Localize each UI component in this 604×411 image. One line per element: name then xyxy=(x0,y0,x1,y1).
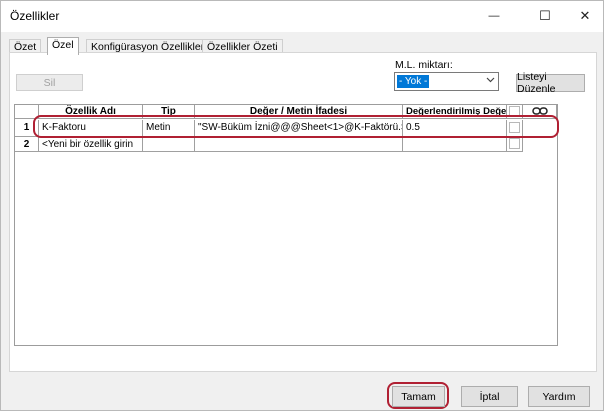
chevron-down-icon xyxy=(486,75,495,87)
window-title: Özellikler xyxy=(10,9,60,23)
row-number: 1 xyxy=(15,120,39,137)
row2-checkbox[interactable] xyxy=(509,138,520,149)
tab-custom[interactable]: Özel xyxy=(47,37,79,55)
edit-list-button[interactable]: Listeyi Düzenle xyxy=(516,71,585,95)
header-link[interactable] xyxy=(523,105,557,119)
bom-quantity-select[interactable]: - Yok - xyxy=(394,72,499,91)
header-value-expression: Değer / Metin İfadesi xyxy=(195,105,403,119)
row1-value-expression[interactable]: "SW-Büküm İzni@@@Sheet<1>@K-Faktörü.S xyxy=(195,120,403,137)
header-checkbox-column xyxy=(507,105,523,119)
tab-strip: Özet Özel Konfigürasyon Özellikleri Özel… xyxy=(9,37,599,55)
link-icon xyxy=(531,107,548,118)
row1-property-name[interactable]: K-Faktoru xyxy=(39,120,143,137)
row-number: 2 xyxy=(15,137,39,152)
header-evaluated-value: Değerlendirilmiş Değer xyxy=(403,105,507,119)
row2-checkbox-cell xyxy=(507,137,523,152)
header-property-name: Özellik Adı xyxy=(39,105,143,119)
row1-type[interactable]: Metin xyxy=(143,120,195,137)
header-type: Tip xyxy=(143,105,195,119)
properties-table: Özellik Adı Tip Değer / Metin İfadesi De… xyxy=(14,104,558,346)
row2-evaluated-value xyxy=(403,137,507,152)
maximize-button[interactable]: ☐ xyxy=(528,1,562,31)
title-bar: Özellikler — ☐ ✕ xyxy=(1,1,603,32)
row2-type[interactable] xyxy=(143,137,195,152)
row2-value-expression[interactable] xyxy=(195,137,403,152)
minimize-icon: — xyxy=(488,10,500,22)
cancel-button[interactable]: İptal xyxy=(461,386,518,407)
header-corner xyxy=(15,105,39,119)
close-button[interactable]: ✕ xyxy=(568,1,602,31)
help-button[interactable]: Yardım xyxy=(528,386,590,407)
row1-evaluated-value: 0.5 xyxy=(403,120,507,137)
bom-quantity-label: M.L. miktarı: xyxy=(395,59,453,71)
properties-dialog: Özellikler — ☐ ✕ Özet Özel Konfigürasyon… xyxy=(0,0,604,411)
header-checkbox[interactable] xyxy=(509,106,520,117)
maximize-icon: ☐ xyxy=(539,8,551,23)
ok-button[interactable]: Tamam xyxy=(392,386,445,407)
delete-button[interactable]: Sil xyxy=(16,74,83,91)
row1-checkbox[interactable] xyxy=(509,122,520,133)
row1-checkbox-cell xyxy=(507,120,523,137)
close-icon: ✕ xyxy=(579,8,591,23)
row2-property-name[interactable]: <Yeni bir özellik girin xyxy=(39,137,143,152)
minimize-button[interactable]: — xyxy=(477,1,511,31)
bom-quantity-value: - Yok - xyxy=(397,75,430,88)
